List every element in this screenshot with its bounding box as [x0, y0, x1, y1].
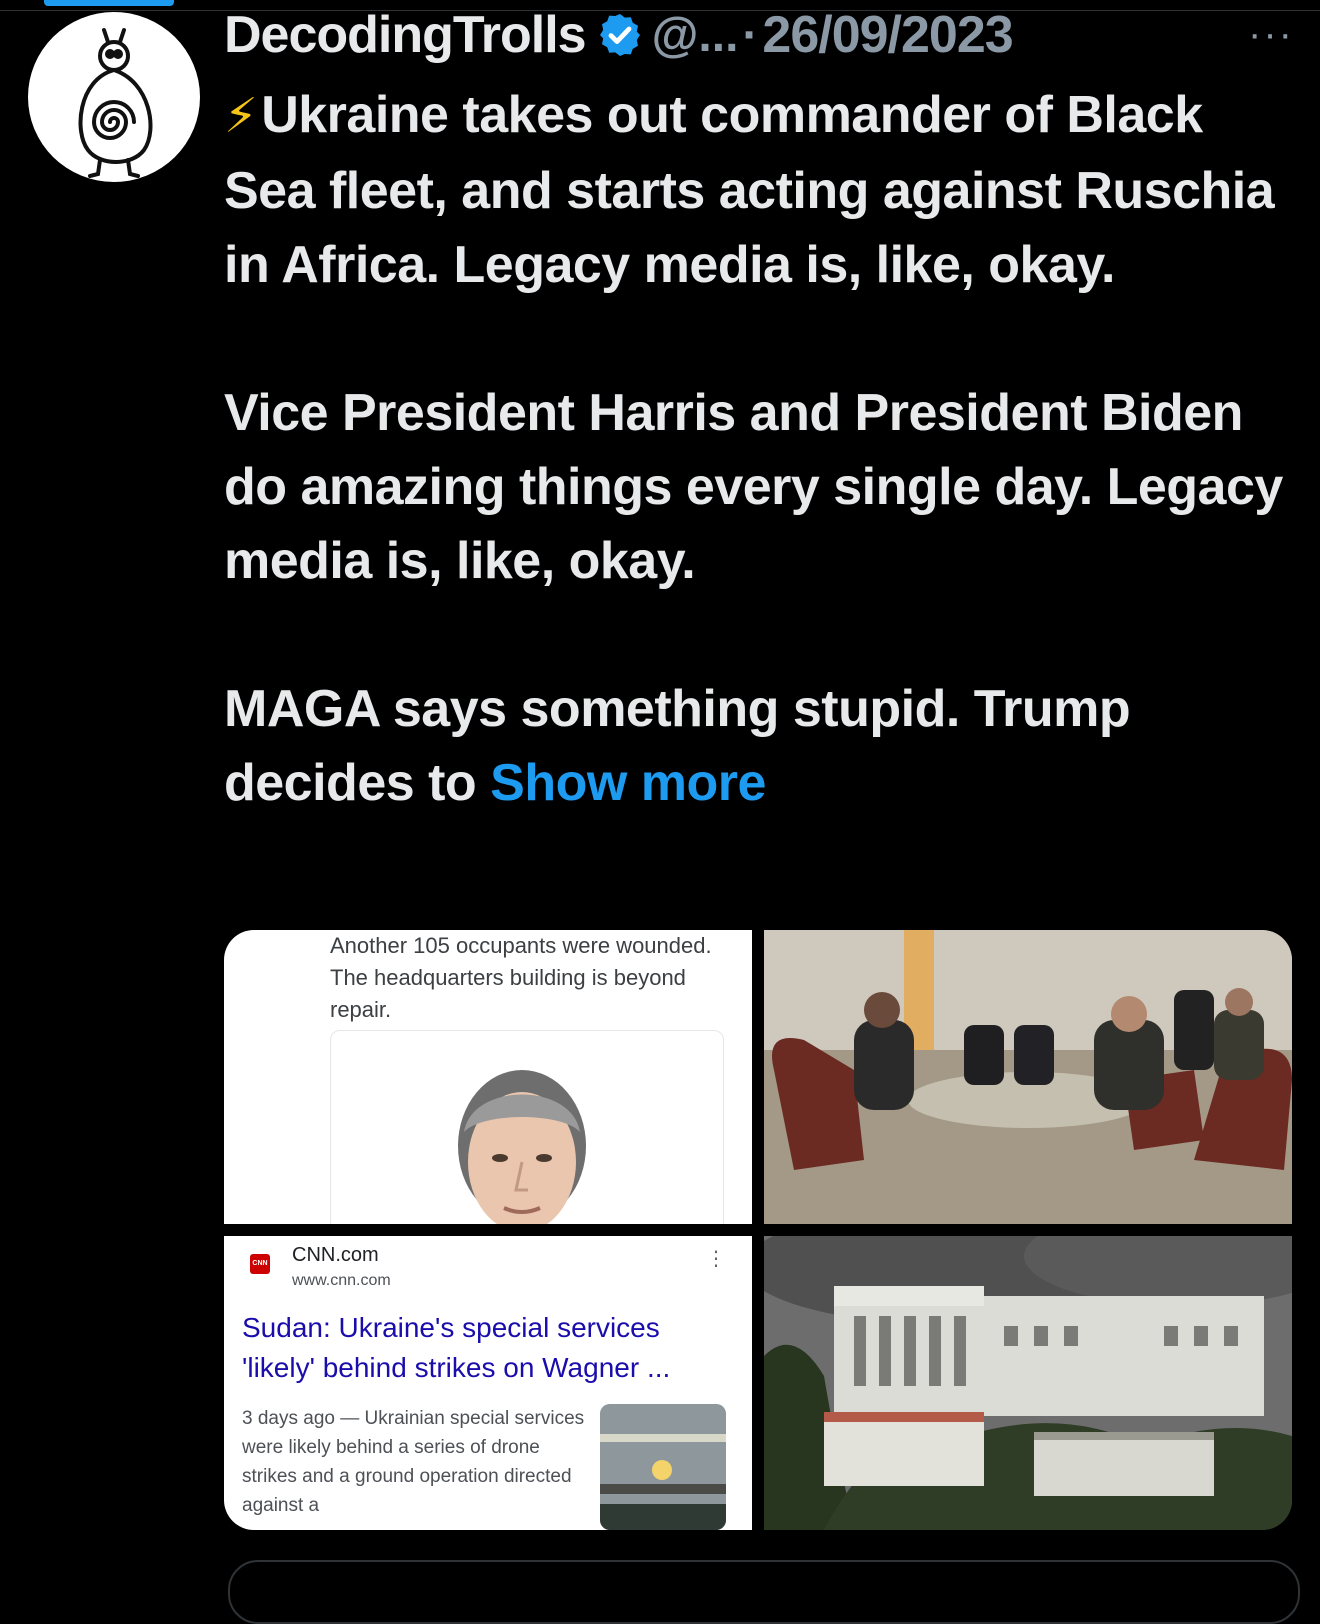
search-result-thumbnail: [600, 1404, 726, 1530]
image1-text: Another 105 occupants were wounded. The …: [330, 933, 712, 1022]
separator-dot: ·: [742, 8, 759, 62]
cnn-logo-icon: CNN: [250, 1254, 270, 1274]
media-image-4[interactable]: [764, 1236, 1292, 1530]
search-result-headline: Sudan: Ukraine's special services 'likel…: [242, 1312, 671, 1383]
search-result-snippet: 3 days ago — Ukrainian special services …: [242, 1408, 585, 1516]
tweet-header: DecodingTrolls @... · 26/09/2023 ···: [224, 2, 1294, 68]
tweet-paragraph-3: MAGA says something stupid. Trump decide…: [224, 680, 1131, 812]
user-handle[interactable]: @...: [652, 8, 739, 63]
media-image-1[interactable]: Another 105 occupants were wounded. The …: [224, 930, 752, 1224]
tweet-paragraph-1: ⚡Ukraine takes out commander of Black Se…: [224, 86, 1275, 294]
next-element-outline: [228, 1560, 1300, 1624]
active-tab-indicator: [44, 0, 174, 6]
portrait-photo: [458, 1070, 586, 1224]
search-result-source: CNN.com: [292, 1244, 379, 1266]
meeting-room-photo: [764, 930, 1292, 1224]
more-options-icon[interactable]: ···: [1248, 12, 1294, 57]
avatar-spiral-figure-icon: [78, 28, 153, 178]
media-grid: Another 105 occupants were wounded. The …: [224, 930, 1292, 1530]
damaged-building-photo: [764, 1236, 1292, 1530]
tweet-text: ⚡Ukraine takes out commander of Black Se…: [224, 78, 1294, 820]
verified-badge-icon: [599, 14, 640, 56]
search-result-url: www.cnn.com: [292, 1272, 391, 1289]
media-image-3[interactable]: CNN CNN.com www.cnn.com ⋮ Sudan: Ukraine…: [224, 1236, 752, 1530]
lightning-bolt-icon: ⚡: [224, 90, 258, 143]
show-more-link[interactable]: Show more: [490, 754, 766, 812]
tweet-date[interactable]: 26/09/2023: [762, 5, 1013, 65]
tweet-paragraph-2: Vice President Harris and President Bide…: [224, 384, 1283, 590]
kebab-menu-icon: ⋮: [706, 1248, 726, 1270]
media-image-2[interactable]: [764, 930, 1292, 1224]
avatar[interactable]: [28, 12, 200, 182]
display-name[interactable]: DecodingTrolls: [224, 5, 587, 65]
